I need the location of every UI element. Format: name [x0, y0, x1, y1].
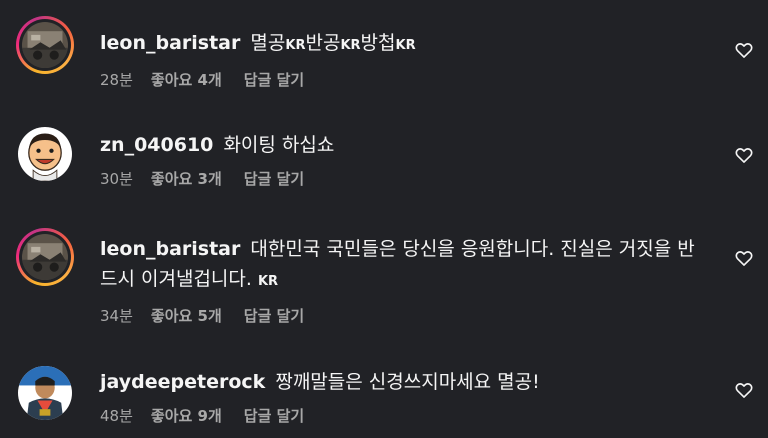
- heart-outline-icon[interactable]: [734, 40, 754, 60]
- avatar-image: [22, 22, 68, 68]
- comment-item: leon_baristar 대한민국 국민들은 당신을 응원합니다. 진실은 거…: [0, 220, 768, 350]
- comment-item: zn_040610 화이팅 하십쇼 30분 좋아요 3개 답글 달기: [0, 110, 768, 220]
- avatar[interactable]: [16, 364, 74, 422]
- avatar[interactable]: [16, 125, 74, 183]
- avatar-image: [18, 127, 72, 181]
- comment-time[interactable]: 48분: [100, 406, 133, 426]
- like-count[interactable]: 좋아요 3개: [151, 169, 222, 189]
- reply-button[interactable]: 답글 달기: [244, 406, 304, 426]
- heart-outline-icon[interactable]: [734, 145, 754, 165]
- comment-username[interactable]: jaydeepeterock: [100, 371, 265, 393]
- comment-text-suffix: KR: [257, 274, 279, 289]
- reply-button[interactable]: 답글 달기: [244, 306, 304, 326]
- avatar-image: [18, 366, 72, 420]
- avatar[interactable]: [16, 16, 74, 74]
- comment-list: leon_baristar 멸공KR반공KR방첩KR 28분 좋아요 4개 답글…: [0, 0, 768, 438]
- comment-time[interactable]: 28분: [100, 70, 133, 90]
- reply-button[interactable]: 답글 달기: [244, 70, 304, 90]
- comment-username[interactable]: zn_040610: [100, 134, 213, 156]
- comment-text: 화이팅 하십쇼: [223, 134, 335, 156]
- comment-text: 멸공KR반공KR방첩KR: [250, 32, 416, 54]
- comment-item: leon_baristar 멸공KR반공KR방첩KR 28분 좋아요 4개 답글…: [0, 0, 768, 110]
- like-count[interactable]: 좋아요 5개: [151, 306, 222, 326]
- comment-time[interactable]: 30분: [100, 169, 133, 189]
- comment-item: jaydeepeterock 짱깨말들은 신경쓰지마세요 멸공! 48분 좋아요…: [0, 350, 768, 438]
- comment-username[interactable]: leon_baristar: [100, 32, 240, 54]
- comment-time[interactable]: 34분: [100, 306, 133, 326]
- heart-outline-icon[interactable]: [734, 380, 754, 400]
- like-count[interactable]: 좋아요 4개: [151, 70, 222, 90]
- like-count[interactable]: 좋아요 9개: [151, 406, 222, 426]
- comment-text: 짱깨말들은 신경쓰지마세요 멸공!: [275, 371, 540, 393]
- avatar-image: [22, 234, 68, 280]
- comment-username[interactable]: leon_baristar: [100, 238, 240, 260]
- heart-outline-icon[interactable]: [734, 248, 754, 268]
- reply-button[interactable]: 답글 달기: [244, 169, 304, 189]
- avatar[interactable]: [16, 228, 74, 286]
